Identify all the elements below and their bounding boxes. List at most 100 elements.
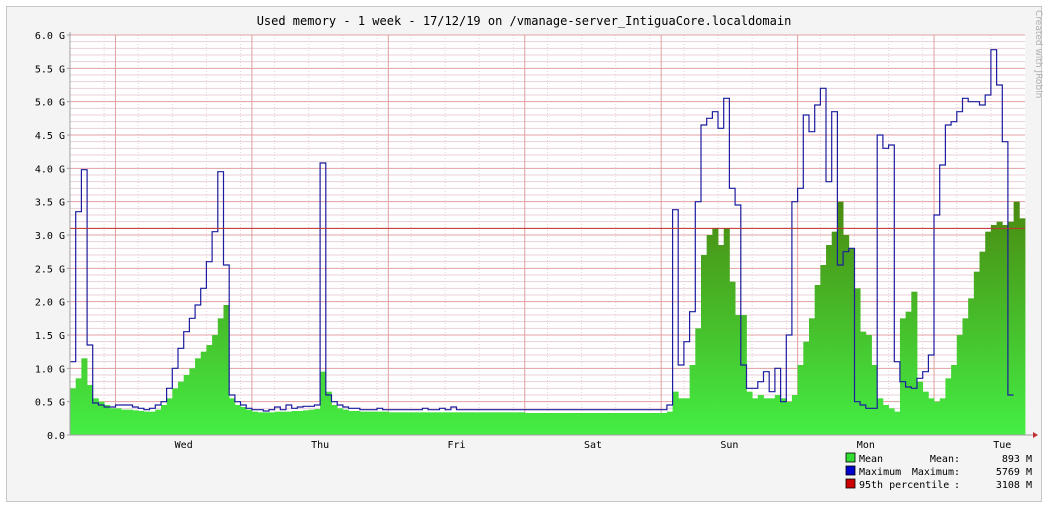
mean-bar [592,413,600,435]
mean-bar [274,411,281,435]
mean-bar [314,409,321,435]
mean-bar [155,409,162,435]
mean-bar [888,408,895,435]
mean-bar [985,231,992,435]
mean-bar [195,358,202,435]
mean-bar [456,412,463,435]
y-tick-label: 0.0 [47,431,65,442]
mean-bar [951,365,958,435]
x-tick-label: Fri [448,440,466,451]
mean-bar [780,398,787,435]
mean-bar [553,413,560,435]
mean-bar [598,413,605,435]
mean-bar [911,291,918,435]
mean-bar [564,413,571,435]
mean-bar [394,412,401,435]
mean-bar [382,411,389,435]
mean-bar [280,411,287,435]
mean-bar [700,255,708,435]
legend-stat-label: Mean: [930,454,960,465]
legend-swatch [845,465,856,476]
mean-bar [979,251,986,435]
mean-bar [826,245,833,435]
mean-bar [342,409,349,435]
mean-bar [791,395,799,435]
legend-stat-label: : [954,480,960,491]
y-tick-label: 3.5 G [35,198,65,209]
mean-bar [877,398,884,435]
legend-stat-value: 5769 M [996,467,1032,478]
mean-bar [894,411,901,435]
y-tick-label: 2.5 G [35,264,65,275]
legend-stat-value: 3108 M [996,480,1032,491]
legend: Mean Mean: 893 M Maximum Maximum: 5769 M 95th … [845,452,1032,491]
mean-bar [365,411,372,435]
mean-bar [865,335,872,435]
y-tick-label: 6.0 G [35,31,65,42]
mean-bar [621,413,628,435]
mean-bar [473,412,480,435]
mean-bar [934,401,941,435]
mean-bar [263,412,270,435]
mean-bar [513,412,520,435]
mean-bar [240,407,247,435]
y-axis-ticks: 0.0 0.5 G 1.0 G 1.5 G 2.0 G 2.5 G 3.0 G 3.5 G 4.… [35,31,70,442]
mean-bar [860,331,867,435]
legend-swatch [845,452,856,463]
mean-bar [1013,201,1020,435]
mean-bar [752,398,759,435]
mean-bar [138,411,145,435]
mean-bar [172,388,179,435]
mean-bar [649,413,656,435]
mean-bar [81,358,88,435]
mean-bar [797,365,804,435]
mean-bar [445,412,452,435]
mean-bar [547,413,554,435]
mean-bar [820,265,827,435]
jrobin-watermark: Created with JRobin [1033,10,1043,98]
mean-bar [661,413,668,435]
mean-bar [450,412,457,435]
mean-bar [359,411,366,435]
mean-bar [502,412,509,435]
mean-bar [729,281,736,435]
mean-bar [1007,221,1015,435]
mean-bar [286,411,293,435]
mean-bar [422,412,429,435]
mean-bar [433,412,440,435]
mean-bar [507,412,514,435]
mean-bar [178,381,185,435]
y-tick-label: 5.0 G [35,98,65,109]
y-tick-label: 4.0 G [35,164,65,175]
mean-bar [115,408,122,435]
y-tick-label: 2.0 G [35,298,65,309]
legend-name: Maximum [859,467,901,478]
mean-bar [166,398,173,435]
mean-bar [689,365,696,435]
mean-bar [405,412,412,435]
mean-bar [1019,218,1026,435]
mean-bar [746,391,753,435]
x-tick-label: Sat [584,440,602,451]
mean-bar [604,413,611,435]
mean-bar [718,245,725,435]
mean-bar [922,391,929,435]
mean-bar [712,228,719,435]
legend-stat-label: Maximum: [912,467,960,478]
mean-bar [843,235,850,435]
mean-bar [348,411,355,435]
mean-bar [519,412,526,435]
x-axis-ticks: Wed Thu Fri Sat Sun Mon Tue [175,440,1012,451]
mean-bar [672,391,679,435]
mean-bar [695,328,702,435]
mean-bar [916,381,924,435]
mean-bar [814,285,821,435]
mean-bar [268,412,276,435]
mean-bar [615,413,622,435]
y-tick-label: 3.0 G [35,231,65,242]
mean-bar [183,375,190,435]
mean-bar [655,413,662,435]
mean-bar [234,405,241,435]
mean-bar [399,412,406,435]
mean-bar [439,412,446,435]
